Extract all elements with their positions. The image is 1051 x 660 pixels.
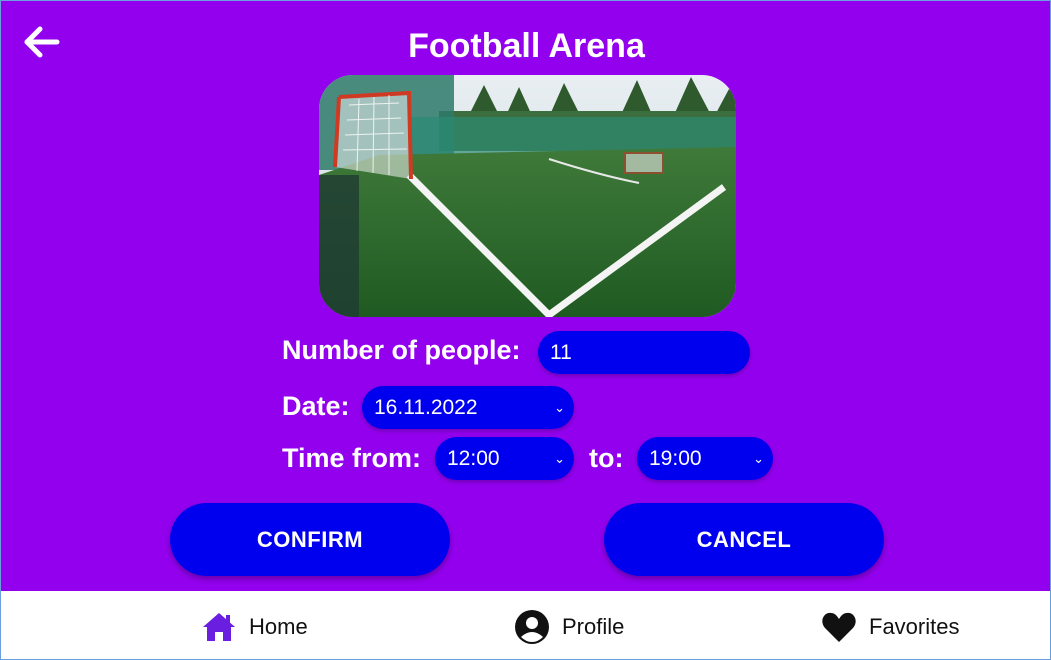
date-value: 16.11.2022 [374, 395, 478, 419]
nav-label-home: Home [249, 614, 308, 639]
booking-screen: Football Arena Number of people: 11 Date… [1, 1, 1050, 591]
nav-item-profile[interactable]: Profile [514, 609, 624, 645]
people-input[interactable]: 11 [538, 331, 750, 374]
time-from-label: Time from: [282, 443, 422, 473]
page-title: Football Arena [408, 27, 645, 65]
date-label: Date: [282, 391, 350, 421]
confirm-button[interactable]: CONFIRM [170, 503, 450, 576]
time-to-select[interactable]: 19:00 ⌄ [637, 437, 773, 480]
chevron-down-icon: ⌄ [554, 450, 565, 466]
time-from-select[interactable]: 12:00 ⌄ [435, 437, 574, 480]
time-to-label: to: [589, 443, 624, 473]
nav-item-home[interactable]: Home [201, 609, 308, 645]
profile-icon [515, 610, 549, 644]
home-icon [203, 613, 235, 641]
arena-photo [319, 75, 736, 317]
cancel-button[interactable]: CANCEL [604, 503, 884, 576]
date-select[interactable]: 16.11.2022 ⌄ [362, 386, 574, 429]
nav-label-profile: Profile [562, 614, 625, 639]
time-to-value: 19:00 [649, 446, 702, 470]
app-window: Football Arena Number of people: 11 Date… [0, 0, 1051, 660]
time-from-value: 12:00 [447, 446, 500, 470]
heart-icon [822, 612, 856, 642]
chevron-down-icon: ⌄ [554, 399, 565, 415]
people-label: Number of people: [282, 335, 521, 365]
bottom-navbar: Home Profile Favorites [1, 591, 1050, 659]
chevron-down-icon: ⌄ [753, 450, 764, 466]
nav-item-favorites[interactable]: Favorites [821, 609, 959, 645]
people-value: 11 [550, 340, 572, 364]
nav-label-favorites: Favorites [869, 614, 960, 639]
